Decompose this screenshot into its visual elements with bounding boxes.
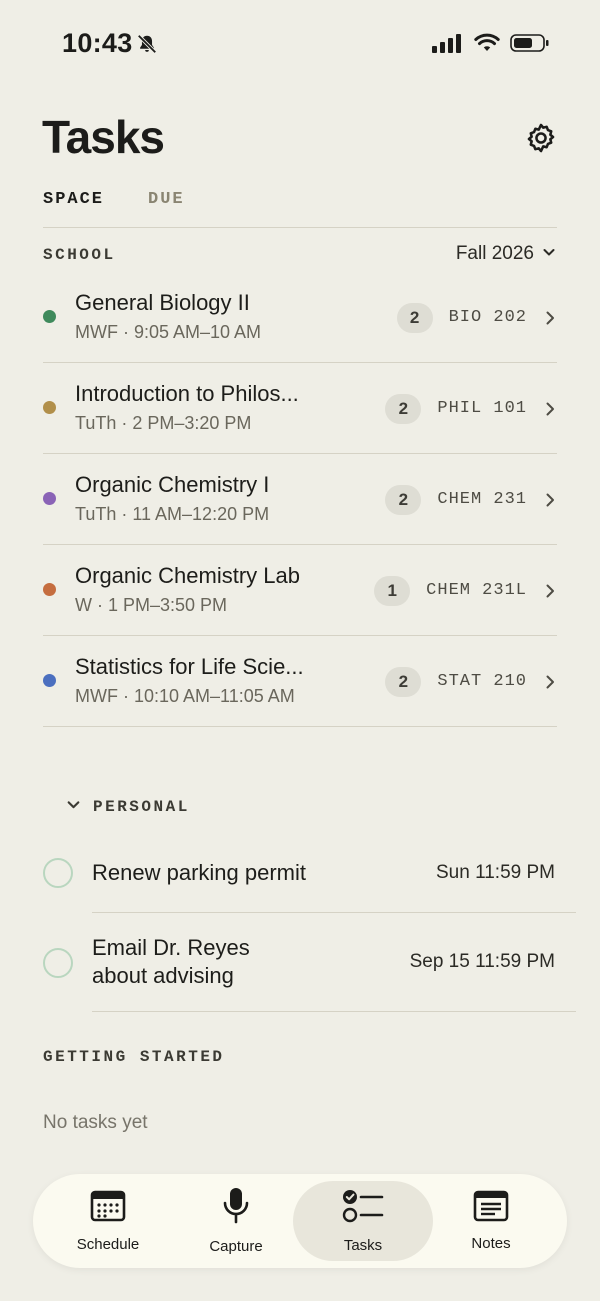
divider [92, 1011, 576, 1012]
tab-label: Tasks [343, 1237, 383, 1254]
task-checkbox[interactable] [43, 858, 73, 888]
course-code: BIO 202 [448, 308, 527, 327]
chevron-right-icon [543, 493, 557, 507]
divider [43, 227, 557, 228]
task-count-badge: 2 [396, 302, 433, 333]
task-count-badge: 2 [385, 393, 422, 424]
task-count-badge: 2 [385, 484, 422, 515]
task-due: Sep 15 11:59 PM [409, 951, 555, 972]
course-schedule: W · 1 PM–3:50 PM [75, 595, 228, 615]
course-color-dot [43, 492, 56, 505]
settings-button[interactable] [524, 121, 558, 155]
divider [43, 726, 557, 727]
task-checkbox[interactable] [43, 948, 73, 978]
chevron-right-icon [543, 584, 557, 598]
task-count-badge: 1 [374, 575, 411, 606]
course-schedule: TuTh · 11 AM–12:20 PM [75, 504, 270, 524]
course-row-chem-lab[interactable]: Organic Chemistry Lab W · 1 PM–3:50 PM 1… [43, 545, 557, 636]
calendar-icon [90, 1189, 126, 1228]
gear-icon [524, 123, 558, 159]
course-schedule: MWF · 9:05 AM–10 AM [75, 322, 262, 342]
view-segment: SPACE DUE [43, 190, 185, 209]
course-color-dot [43, 583, 56, 596]
course-code: CHEM 231L [426, 581, 527, 600]
empty-state: No tasks yet [43, 1112, 148, 1133]
bell-muted-icon [136, 33, 158, 60]
status-bar: 10:43 [0, 0, 600, 90]
course-code: STAT 210 [437, 672, 527, 691]
task-title: Email Dr. Reyes about advising [92, 935, 250, 988]
course-schedule: MWF · 10:10 AM–11:05 AM [75, 686, 295, 706]
battery-icon [510, 33, 550, 58]
personal-section-label: PERSONAL [93, 798, 190, 816]
tab-space[interactable]: SPACE [43, 190, 104, 209]
notes-icon [473, 1190, 509, 1227]
course-name: Organic Chemistry Lab [75, 563, 300, 588]
course-name: Organic Chemistry I [75, 472, 270, 497]
chevron-right-icon [543, 311, 557, 325]
task-row[interactable]: Renew parking permit Sun 11:59 PM [43, 848, 600, 912]
tab-tasks[interactable]: Tasks [293, 1181, 433, 1261]
course-name: Statistics for Life Scie... [75, 654, 304, 679]
tab-label: Capture [209, 1238, 263, 1255]
tab-due[interactable]: DUE [148, 190, 185, 209]
task-count-badge: 2 [385, 666, 422, 697]
task-due: Sun 11:59 PM [435, 862, 555, 883]
term-label: Fall 2026 [455, 243, 534, 264]
term-selector[interactable]: Fall 2026 [456, 243, 556, 265]
getting-started-label: GETTING STARTED [43, 1048, 225, 1066]
course-color-dot [43, 310, 56, 323]
bottom-tab-bar: Schedule Capture Tasks Notes [33, 1174, 567, 1268]
course-color-dot [43, 674, 56, 687]
course-name: Introduction to Philos... [75, 381, 299, 406]
page-title: Tasks [42, 111, 165, 163]
chevron-down-icon [542, 243, 556, 265]
personal-section-toggle[interactable]: PERSONAL [66, 797, 190, 817]
course-row-phil[interactable]: Introduction to Philos... TuTh · 2 PM–3:… [43, 363, 557, 454]
cellular-signal-icon [432, 33, 464, 58]
course-code: CHEM 231 [437, 490, 527, 509]
task-row[interactable]: Email Dr. Reyes about advising Sep 15 11… [43, 920, 600, 1010]
course-code: PHIL 101 [437, 399, 527, 418]
tab-label: Schedule [76, 1236, 140, 1253]
tab-schedule[interactable]: Schedule [38, 1181, 178, 1261]
course-schedule: TuTh · 2 PM–3:20 PM [75, 413, 252, 433]
tab-label: Notes [471, 1235, 511, 1252]
status-time: 10:43 [62, 28, 133, 58]
course-color-dot [43, 401, 56, 414]
task-title: Renew parking permit [92, 860, 306, 885]
divider [92, 912, 576, 913]
checklist-icon [342, 1188, 384, 1229]
chevron-down-icon [66, 797, 81, 817]
course-row-stat[interactable]: Statistics for Life Scie... MWF · 10:10 … [43, 636, 557, 727]
microphone-icon [221, 1187, 251, 1230]
school-section-label: SCHOOL [43, 246, 116, 264]
wifi-icon [474, 33, 500, 58]
tab-capture[interactable]: Capture [166, 1181, 306, 1261]
course-row-chem[interactable]: Organic Chemistry I TuTh · 11 AM–12:20 P… [43, 454, 557, 545]
chevron-right-icon [543, 675, 557, 689]
tab-notes[interactable]: Notes [421, 1181, 561, 1261]
course-row-bio[interactable]: General Biology II MWF · 9:05 AM–10 AM 2… [43, 272, 557, 363]
course-name: General Biology II [75, 290, 250, 315]
chevron-right-icon [543, 402, 557, 416]
